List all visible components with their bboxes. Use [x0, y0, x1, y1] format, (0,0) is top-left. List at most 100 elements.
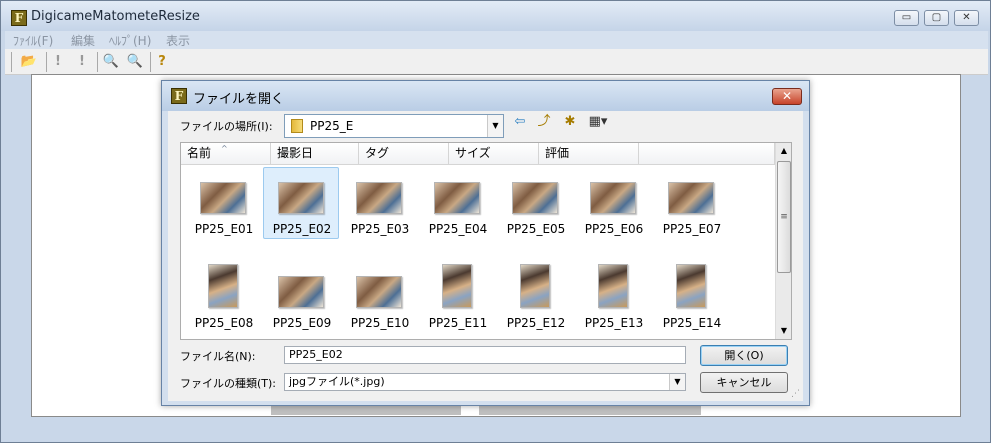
up-folder-icon[interactable]: ⤴: [534, 113, 554, 131]
location-value: PP25_E: [310, 119, 354, 133]
file-thumbnail[interactable]: PP25_E01: [185, 167, 261, 239]
file-thumbnail[interactable]: PP25_E02: [263, 167, 339, 239]
file-thumbnail[interactable]: PP25_E09: [263, 261, 339, 333]
file-name-label: PP25_E10: [350, 316, 410, 330]
minimize-button[interactable]: ▭: [894, 10, 919, 26]
file-thumbnail[interactable]: PP25_E07: [653, 167, 729, 239]
photo-thumbnail-image: [590, 182, 636, 214]
photo-thumbnail-image: [676, 264, 706, 308]
dialog-app-icon: F: [171, 88, 187, 104]
menu-edit[interactable]: 編集: [71, 32, 95, 49]
file-name-label: PP25_E07: [662, 222, 722, 236]
dialog-titlebar[interactable]: F ファイルを開く ✕: [162, 81, 809, 111]
toolbar-separator: [150, 52, 151, 72]
file-name-label: PP25_E02: [272, 222, 332, 236]
column-header-tag[interactable]: タグ: [359, 143, 449, 165]
photo-thumbnail-image: [442, 264, 472, 308]
main-titlebar[interactable]: F DigicameMatometeResize ▭ ▢ ✕: [1, 1, 990, 31]
file-name-label: PP25_E14: [662, 316, 722, 330]
file-name-label: PP25_E12: [506, 316, 566, 330]
column-header-size[interactable]: サイズ: [449, 143, 539, 165]
new-folder-icon[interactable]: ✱: [560, 113, 580, 131]
photo-thumbnail-image: [278, 276, 324, 308]
sort-ascending-icon: ^: [221, 144, 228, 153]
file-name-label: PP25_E08: [194, 316, 254, 330]
filetype-dropdown[interactable]: jpgファイル(*.jpg) ▼: [284, 373, 686, 391]
photo-thumbnail-image: [278, 182, 324, 214]
resize-grip-icon[interactable]: ⋰: [791, 389, 800, 399]
toolbar-separator: [46, 52, 47, 72]
photo-thumbnail-image: [356, 182, 402, 214]
menu-file[interactable]: ﾌｧｲﾙ(F): [13, 32, 53, 49]
app-icon: F: [11, 10, 27, 26]
photo-thumbnail-image: [200, 182, 246, 214]
menu-help[interactable]: ﾍﾙﾌﾟ(H): [109, 32, 151, 49]
photo-thumbnail-image: [434, 182, 480, 214]
column-header-rating[interactable]: 評価: [539, 143, 639, 165]
scroll-up-icon[interactable]: ▲: [776, 143, 791, 159]
dialog-title: ファイルを開く: [193, 92, 285, 107]
zoom-in-icon[interactable]: 🔍: [101, 53, 121, 71]
file-name-label: PP25_E05: [506, 222, 566, 236]
photo-thumbnail-image: [668, 182, 714, 214]
canvas-strip: [479, 405, 701, 415]
filename-input[interactable]: PP25_E02: [284, 346, 686, 364]
scroll-down-icon[interactable]: ▼: [776, 323, 791, 339]
zoom-out-icon[interactable]: 🔍: [125, 53, 145, 71]
location-dropdown[interactable]: PP25_E ▼: [284, 114, 504, 138]
file-thumbnail[interactable]: PP25_E08: [185, 261, 261, 333]
toolbar: 📂 ! ! 🔍 🔍 ?: [5, 49, 988, 75]
chevron-down-icon[interactable]: ▼: [669, 374, 685, 390]
exclamation-icon[interactable]: !: [51, 53, 65, 71]
chevron-down-icon[interactable]: ▼: [487, 115, 503, 137]
file-thumbnail[interactable]: PP25_E03: [341, 167, 417, 239]
file-thumbnail[interactable]: PP25_E10: [341, 261, 417, 333]
photo-thumbnail-image: [598, 264, 628, 308]
dialog-close-button[interactable]: ✕: [772, 88, 802, 105]
filename-label: ファイル名(N):: [180, 350, 256, 363]
canvas-strip: [271, 405, 461, 415]
photo-thumbnail-image: [356, 276, 402, 308]
folder-icon: [291, 119, 303, 133]
column-header-label: 名前: [187, 146, 212, 160]
menu-view[interactable]: 表示: [166, 32, 190, 49]
view-menu-icon[interactable]: ▦▾: [584, 113, 612, 131]
exclamation-icon[interactable]: !: [75, 53, 89, 71]
menu-bar: ﾌｧｲﾙ(F) 編集 ﾍﾙﾌﾟ(H) 表示: [5, 31, 988, 49]
open-button[interactable]: 開く(O): [700, 345, 788, 366]
file-name-label: PP25_E04: [428, 222, 488, 236]
file-name-label: PP25_E09: [272, 316, 332, 330]
cancel-button[interactable]: キャンセル: [700, 372, 788, 393]
column-header-date[interactable]: 撮影日: [271, 143, 359, 165]
vertical-scrollbar[interactable]: ▲ ≡ ▼: [775, 143, 791, 339]
window-title: DigicameMatometeResize: [31, 9, 200, 24]
file-name-label: PP25_E11: [428, 316, 488, 330]
toolbar-separator: [11, 52, 12, 72]
file-name-label: PP25_E01: [194, 222, 254, 236]
column-header-empty: [639, 143, 775, 165]
dialog-body: ファイルの場所(I): PP25_E ▼ ⇦ ⤴ ✱ ▦▾ 名前 ^ 撮影日 タ…: [168, 111, 803, 401]
scroll-thumb[interactable]: ≡: [777, 161, 791, 273]
close-button[interactable]: ✕: [954, 10, 979, 26]
filetype-value: jpgファイル(*.jpg): [289, 375, 385, 388]
maximize-button[interactable]: ▢: [924, 10, 949, 26]
file-name-label: PP25_E06: [584, 222, 644, 236]
back-icon[interactable]: ⇦: [512, 113, 528, 131]
photo-thumbnail-image: [208, 264, 238, 308]
file-thumbnail[interactable]: PP25_E06: [575, 167, 651, 239]
column-header-name[interactable]: 名前 ^: [181, 143, 271, 165]
location-label: ファイルの場所(I):: [180, 120, 273, 133]
open-folder-icon[interactable]: 📂: [18, 53, 40, 71]
filetype-label: ファイルの種類(T):: [180, 377, 277, 390]
toolbar-separator: [97, 52, 98, 72]
file-thumbnail[interactable]: PP25_E11: [419, 261, 495, 333]
open-file-dialog: F ファイルを開く ✕ ファイルの場所(I): PP25_E ▼ ⇦ ⤴ ✱ ▦…: [161, 80, 810, 406]
file-name-label: PP25_E03: [350, 222, 410, 236]
file-list[interactable]: 名前 ^ 撮影日 タグ サイズ 評価 PP25_E01 PP25_E02 PP25_…: [180, 142, 792, 340]
file-thumbnail[interactable]: PP25_E05: [497, 167, 573, 239]
file-thumbnail[interactable]: PP25_E14: [653, 261, 729, 333]
file-thumbnail[interactable]: PP25_E12: [497, 261, 573, 333]
file-thumbnail[interactable]: PP25_E04: [419, 167, 495, 239]
file-thumbnail[interactable]: PP25_E13: [575, 261, 651, 333]
help-icon[interactable]: ?: [155, 53, 169, 71]
